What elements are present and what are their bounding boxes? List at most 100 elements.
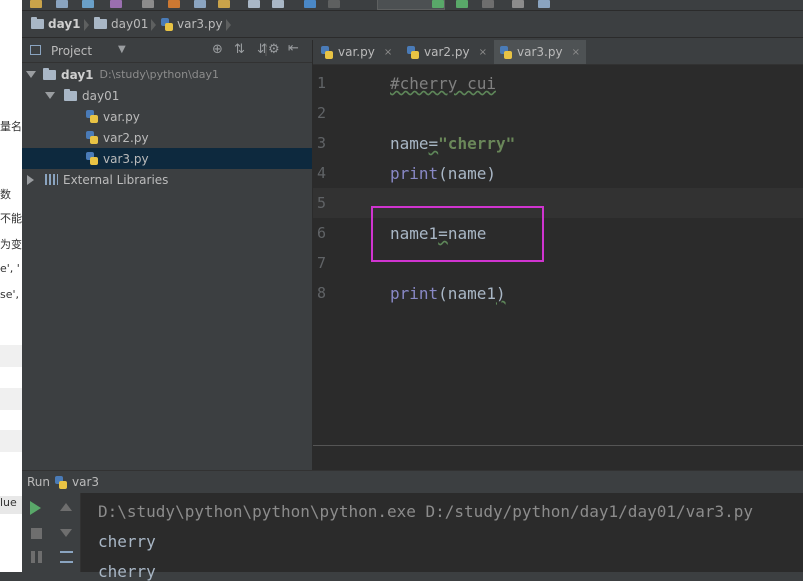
open-folder-icon[interactable] (30, 0, 42, 8)
tree-item-label: var2.py (103, 130, 149, 145)
stop-icon[interactable] (482, 0, 494, 8)
tree-item-var3[interactable]: var3.py (22, 148, 312, 169)
python-file-icon (86, 152, 98, 165)
help-icon[interactable] (538, 0, 550, 8)
debug-icon[interactable] (456, 0, 468, 8)
code-token: print (390, 284, 439, 303)
tree-item-var2[interactable]: var2.py (22, 127, 312, 148)
close-icon[interactable]: × (384, 47, 392, 58)
arrow-down-icon[interactable] (60, 529, 72, 537)
sliver-text: e', ' (0, 262, 20, 275)
run-panel-title[interactable]: Run (27, 475, 50, 489)
breadcrumb-item-var3[interactable]: var3.py (161, 16, 223, 32)
tab-var[interactable]: var.py × (315, 40, 398, 64)
project-panel-title[interactable]: Project (51, 44, 92, 58)
stop-icon[interactable] (31, 528, 42, 539)
code-text: #cherry cui (390, 74, 496, 93)
tab-var2[interactable]: var2.py × (401, 40, 493, 64)
python-file-icon (161, 17, 173, 31)
tree-item-var[interactable]: var.py (22, 106, 312, 127)
console-output[interactable]: D:\study\python\python\python.exe D:/stu… (81, 493, 803, 581)
highlight-annotation-box (371, 206, 544, 262)
code-token: ) (495, 284, 506, 303)
line-number: 5 (317, 194, 327, 212)
forward-icon[interactable] (328, 0, 340, 8)
code-line[interactable]: 1 #cherry cui (313, 68, 803, 98)
tree-item-label: var3.py (103, 151, 149, 166)
python-file-icon (86, 110, 98, 123)
replace-icon[interactable] (272, 0, 284, 8)
line-number: 3 (317, 134, 327, 152)
settings-icon[interactable] (512, 0, 524, 8)
paste-icon[interactable] (218, 0, 230, 8)
copy-icon[interactable] (194, 0, 206, 8)
gear-icon[interactable]: ⚙ (268, 42, 280, 57)
code-line[interactable]: 8 print(name1) (313, 278, 803, 308)
save-icon[interactable] (56, 0, 68, 8)
undo-icon[interactable] (110, 0, 122, 8)
tab-label: var2.py (424, 45, 470, 59)
line-number: 6 (317, 224, 327, 242)
cut-icon[interactable] (168, 0, 180, 8)
scroll-from-source-icon[interactable]: ⊕ (212, 42, 223, 57)
sliver-text: se', (0, 288, 20, 301)
code-line[interactable]: 3 name="cherry" (313, 128, 803, 158)
run-panel-header: Run var3 (22, 470, 803, 493)
soft-wrap-icon[interactable] (60, 551, 73, 563)
run-toolbar (22, 493, 81, 572)
line-number: 7 (317, 254, 327, 272)
python-file-icon (407, 45, 419, 59)
sliver-text: 不能 (0, 212, 22, 225)
folder-icon (94, 17, 107, 29)
tree-item-path: D:\study\python\day1 (99, 68, 220, 81)
back-icon[interactable] (304, 0, 316, 8)
python-file-icon (321, 45, 333, 59)
line-number: 8 (317, 284, 327, 302)
editor-footer (313, 445, 803, 470)
close-icon[interactable]: × (572, 47, 580, 58)
python-file-icon (55, 475, 68, 489)
breadcrumb: day1 day01 var3.py (22, 11, 803, 38)
chevron-down-icon[interactable]: ▼ (118, 44, 126, 55)
line-number: 2 (317, 104, 327, 122)
hide-panel-icon[interactable]: ⇤ (288, 41, 299, 56)
code-line[interactable]: 2 (313, 98, 803, 128)
tree-item-label: var.py (103, 109, 140, 124)
editor-tabs: var.py × var2.py × var3.py × (313, 40, 803, 65)
pause-icon[interactable] (31, 551, 42, 563)
line-number: 4 (317, 164, 327, 182)
python-file-icon (86, 131, 98, 144)
rerun-icon[interactable] (30, 501, 41, 515)
python-file-icon (500, 45, 512, 59)
code-token: (name1 (438, 284, 496, 303)
tab-label: var3.py (517, 45, 563, 59)
tab-var3[interactable]: var3.py × (494, 40, 586, 64)
sync-icon[interactable] (82, 0, 94, 8)
close-icon[interactable]: × (479, 47, 487, 58)
chevron-down-icon[interactable] (45, 92, 55, 99)
folder-icon (64, 88, 77, 101)
code-text: print(name1) (390, 284, 506, 303)
breadcrumb-label: var3.py (177, 17, 223, 31)
arrow-up-icon[interactable] (60, 503, 72, 511)
redo-icon[interactable] (142, 0, 154, 8)
code-token: #cherry cui (390, 74, 496, 93)
run-config-label[interactable]: var3 (72, 475, 99, 489)
chevron-down-icon[interactable] (26, 71, 36, 78)
tree-item-label: External Libraries (63, 172, 169, 187)
breadcrumb-item-day01[interactable]: day01 (94, 16, 148, 32)
tree-item-day01[interactable]: day01 (22, 85, 312, 106)
breadcrumb-item-day1[interactable]: day1 (31, 16, 81, 32)
console-line: D:\study\python\python\python.exe D:/stu… (98, 502, 754, 521)
collapse-all-icon[interactable]: ⇅ (234, 42, 245, 57)
tree-item-external-libraries[interactable]: External Libraries (22, 169, 312, 190)
tree-item-day1[interactable]: day1 D:\study\python\day1 (22, 64, 312, 85)
chevron-right-icon[interactable] (27, 174, 34, 185)
code-line[interactable]: 4 print(name) (313, 158, 803, 188)
line-number: 1 (317, 74, 327, 92)
sliver-text: 数 (0, 188, 11, 201)
sliver-text: 量名 (0, 120, 22, 133)
find-icon[interactable] (248, 0, 260, 8)
breadcrumb-label: day1 (48, 17, 81, 31)
run-icon[interactable] (432, 0, 444, 8)
